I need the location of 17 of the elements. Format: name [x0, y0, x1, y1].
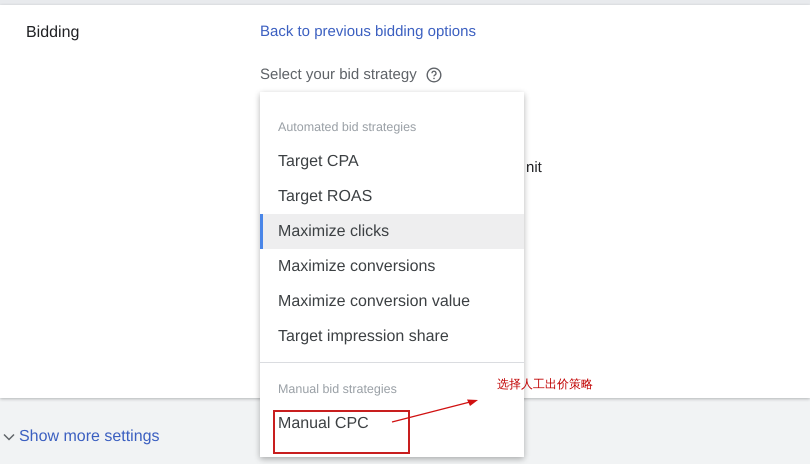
menu-item[interactable]: Target CPA	[260, 144, 524, 179]
annotation-text: 选择人工出价策略	[497, 376, 593, 393]
menu-item[interactable]: Maximize conversion value	[260, 284, 524, 319]
chevron-down-icon[interactable]	[3, 433, 15, 441]
back-link[interactable]: Back to previous bidding options	[260, 21, 476, 44]
menu-item[interactable]: Maximize conversions	[260, 249, 524, 284]
hidden-text: nit	[526, 158, 542, 178]
section-label: Bidding	[26, 24, 80, 41]
select-label: Select your bid strategy	[260, 64, 417, 84]
menu-item[interactable]: Target ROAS	[260, 179, 524, 214]
help-icon[interactable]	[426, 66, 442, 83]
group-heading: Manual bid strategies	[278, 380, 397, 398]
group-heading: Automated bid strategies	[278, 118, 416, 136]
show-more-link[interactable]: Show more settings	[19, 425, 160, 449]
menu-item[interactable]: Maximize clicks	[260, 214, 524, 249]
menu-item[interactable]: Target impression share	[260, 319, 524, 354]
menu-item[interactable]: Manual CPC	[260, 406, 524, 441]
